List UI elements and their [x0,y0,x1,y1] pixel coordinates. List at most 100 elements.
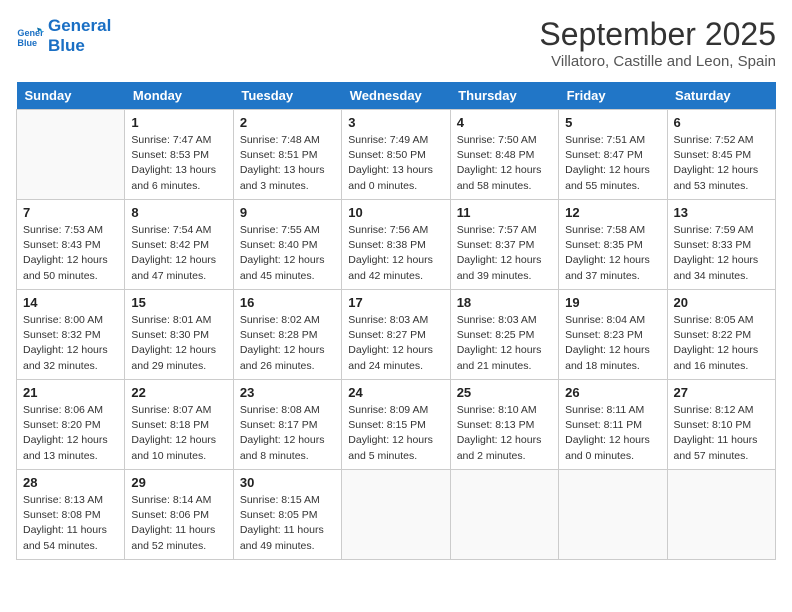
calendar-cell: 26 Sunrise: 8:11 AMSunset: 8:11 PMDayligh… [559,380,667,470]
cell-info: Sunrise: 8:00 AMSunset: 8:32 PMDaylight:… [23,313,118,374]
calendar-cell: 22 Sunrise: 8:07 AMSunset: 8:18 PMDayligh… [125,380,233,470]
day-header-sunday: Sunday [17,82,125,110]
cell-info: Sunrise: 7:49 AMSunset: 8:50 PMDaylight:… [348,133,443,194]
svg-text:Blue: Blue [17,38,37,48]
date-number: 26 [565,385,660,400]
date-number: 17 [348,295,443,310]
date-number: 28 [23,475,118,490]
cell-info: Sunrise: 7:57 AMSunset: 8:37 PMDaylight:… [457,223,552,284]
cell-info: Sunrise: 8:15 AMSunset: 8:05 PMDaylight:… [240,493,335,554]
cell-info: Sunrise: 7:59 AMSunset: 8:33 PMDaylight:… [674,223,769,284]
cell-info: Sunrise: 8:09 AMSunset: 8:15 PMDaylight:… [348,403,443,464]
week-row-4: 21 Sunrise: 8:06 AMSunset: 8:20 PMDayligh… [17,380,776,470]
calendar-cell: 3 Sunrise: 7:49 AMSunset: 8:50 PMDaylight… [342,110,450,200]
date-number: 21 [23,385,118,400]
cell-info: Sunrise: 7:48 AMSunset: 8:51 PMDaylight:… [240,133,335,194]
date-number: 29 [131,475,226,490]
date-number: 19 [565,295,660,310]
date-number: 23 [240,385,335,400]
week-row-5: 28 Sunrise: 8:13 AMSunset: 8:08 PMDayligh… [17,470,776,560]
header-row: SundayMondayTuesdayWednesdayThursdayFrid… [17,82,776,110]
calendar-cell: 18 Sunrise: 8:03 AMSunset: 8:25 PMDayligh… [450,290,558,380]
calendar-cell: 6 Sunrise: 7:52 AMSunset: 8:45 PMDaylight… [667,110,775,200]
cell-info: Sunrise: 8:08 AMSunset: 8:17 PMDaylight:… [240,403,335,464]
logo-line1: General [48,16,111,36]
cell-info: Sunrise: 7:47 AMSunset: 8:53 PMDaylight:… [131,133,226,194]
calendar-cell: 17 Sunrise: 8:03 AMSunset: 8:27 PMDayligh… [342,290,450,380]
date-number: 27 [674,385,769,400]
day-header-tuesday: Tuesday [233,82,341,110]
date-number: 22 [131,385,226,400]
cell-info: Sunrise: 7:53 AMSunset: 8:43 PMDaylight:… [23,223,118,284]
date-number: 3 [348,115,443,130]
calendar-cell: 25Sunrise: 8:10 AMSunset: 8:13 PMDayligh… [450,380,558,470]
calendar-cell: 12 Sunrise: 7:58 AMSunset: 8:35 PMDayligh… [559,200,667,290]
cell-info: Sunrise: 8:13 AMSunset: 8:08 PMDaylight:… [23,493,118,554]
calendar-cell: 24 Sunrise: 8:09 AMSunset: 8:15 PMDayligh… [342,380,450,470]
calendar-cell: 15Sunrise: 8:01 AMSunset: 8:30 PMDayligh… [125,290,233,380]
calendar-cell: 28 Sunrise: 8:13 AMSunset: 8:08 PMDayligh… [17,470,125,560]
cell-info: Sunrise: 8:03 AMSunset: 8:27 PMDaylight:… [348,313,443,374]
date-number: 8 [131,205,226,220]
cell-info: Sunrise: 8:06 AMSunset: 8:20 PMDaylight:… [23,403,118,464]
month-title: September 2025 [539,16,776,53]
date-number: 14 [23,295,118,310]
location-subtitle: Villatoro, Castille and Leon, Spain [539,53,776,70]
cell-info: Sunrise: 8:05 AMSunset: 8:22 PMDaylight:… [674,313,769,374]
calendar-cell: 14 Sunrise: 8:00 AMSunset: 8:32 PMDayligh… [17,290,125,380]
calendar-cell: 2 Sunrise: 7:48 AMSunset: 8:51 PMDaylight… [233,110,341,200]
date-number: 6 [674,115,769,130]
day-header-saturday: Saturday [667,82,775,110]
calendar-cell [342,470,450,560]
calendar-cell [17,110,125,200]
cell-info: Sunrise: 7:56 AMSunset: 8:38 PMDaylight:… [348,223,443,284]
date-number: 1 [131,115,226,130]
calendar-cell: 4Sunrise: 7:50 AMSunset: 8:48 PMDaylight… [450,110,558,200]
day-header-thursday: Thursday [450,82,558,110]
cell-info: Sunrise: 8:03 AMSunset: 8:25 PMDaylight:… [457,313,552,374]
calendar-cell: 29Sunrise: 8:14 AMSunset: 8:06 PMDayligh… [125,470,233,560]
date-number: 12 [565,205,660,220]
calendar-cell: 13Sunrise: 7:59 AMSunset: 8:33 PMDayligh… [667,200,775,290]
date-number: 16 [240,295,335,310]
date-number: 10 [348,205,443,220]
calendar-cell: 9Sunrise: 7:55 AMSunset: 8:40 PMDaylight… [233,200,341,290]
cell-info: Sunrise: 8:02 AMSunset: 8:28 PMDaylight:… [240,313,335,374]
calendar-table: SundayMondayTuesdayWednesdayThursdayFrid… [16,82,776,560]
logo-line2: Blue [48,36,111,56]
cell-info: Sunrise: 8:12 AMSunset: 8:10 PMDaylight:… [674,403,769,464]
day-header-wednesday: Wednesday [342,82,450,110]
calendar-cell: 23 Sunrise: 8:08 AMSunset: 8:17 PMDayligh… [233,380,341,470]
cell-info: Sunrise: 8:04 AMSunset: 8:23 PMDaylight:… [565,313,660,374]
calendar-cell: 11 Sunrise: 7:57 AMSunset: 8:37 PMDayligh… [450,200,558,290]
date-number: 2 [240,115,335,130]
date-number: 20 [674,295,769,310]
cell-info: Sunrise: 7:58 AMSunset: 8:35 PMDaylight:… [565,223,660,284]
cell-info: Sunrise: 8:07 AMSunset: 8:18 PMDaylight:… [131,403,226,464]
cell-info: Sunrise: 8:10 AMSunset: 8:13 PMDaylight:… [457,403,552,464]
calendar-cell: 5 Sunrise: 7:51 AMSunset: 8:47 PMDaylight… [559,110,667,200]
date-number: 7 [23,205,118,220]
cell-info: Sunrise: 7:50 AMSunset: 8:48 PMDaylight:… [457,133,552,194]
title-area: September 2025 Villatoro, Castille and L… [539,16,776,70]
calendar-cell: 16 Sunrise: 8:02 AMSunset: 8:28 PMDayligh… [233,290,341,380]
cell-info: Sunrise: 7:54 AMSunset: 8:42 PMDaylight:… [131,223,226,284]
date-number: 24 [348,385,443,400]
date-number: 18 [457,295,552,310]
calendar-cell: 7 Sunrise: 7:53 AMSunset: 8:43 PMDaylight… [17,200,125,290]
week-row-2: 7 Sunrise: 7:53 AMSunset: 8:43 PMDaylight… [17,200,776,290]
calendar-cell: 10 Sunrise: 7:56 AMSunset: 8:38 PMDayligh… [342,200,450,290]
cell-info: Sunrise: 8:01 AMSunset: 8:30 PMDaylight:… [131,313,226,374]
calendar-cell [667,470,775,560]
date-number: 11 [457,205,552,220]
week-row-3: 14 Sunrise: 8:00 AMSunset: 8:32 PMDayligh… [17,290,776,380]
cell-info: Sunrise: 8:11 AMSunset: 8:11 PMDaylight:… [565,403,660,464]
calendar-cell: 1 Sunrise: 7:47 AMSunset: 8:53 PMDaylight… [125,110,233,200]
date-number: 5 [565,115,660,130]
logo: General Blue General Blue [16,16,111,57]
calendar-cell: 21 Sunrise: 8:06 AMSunset: 8:20 PMDayligh… [17,380,125,470]
calendar-cell: 8 Sunrise: 7:54 AMSunset: 8:42 PMDaylight… [125,200,233,290]
cell-info: Sunrise: 7:52 AMSunset: 8:45 PMDaylight:… [674,133,769,194]
day-header-friday: Friday [559,82,667,110]
cell-info: Sunrise: 7:51 AMSunset: 8:47 PMDaylight:… [565,133,660,194]
